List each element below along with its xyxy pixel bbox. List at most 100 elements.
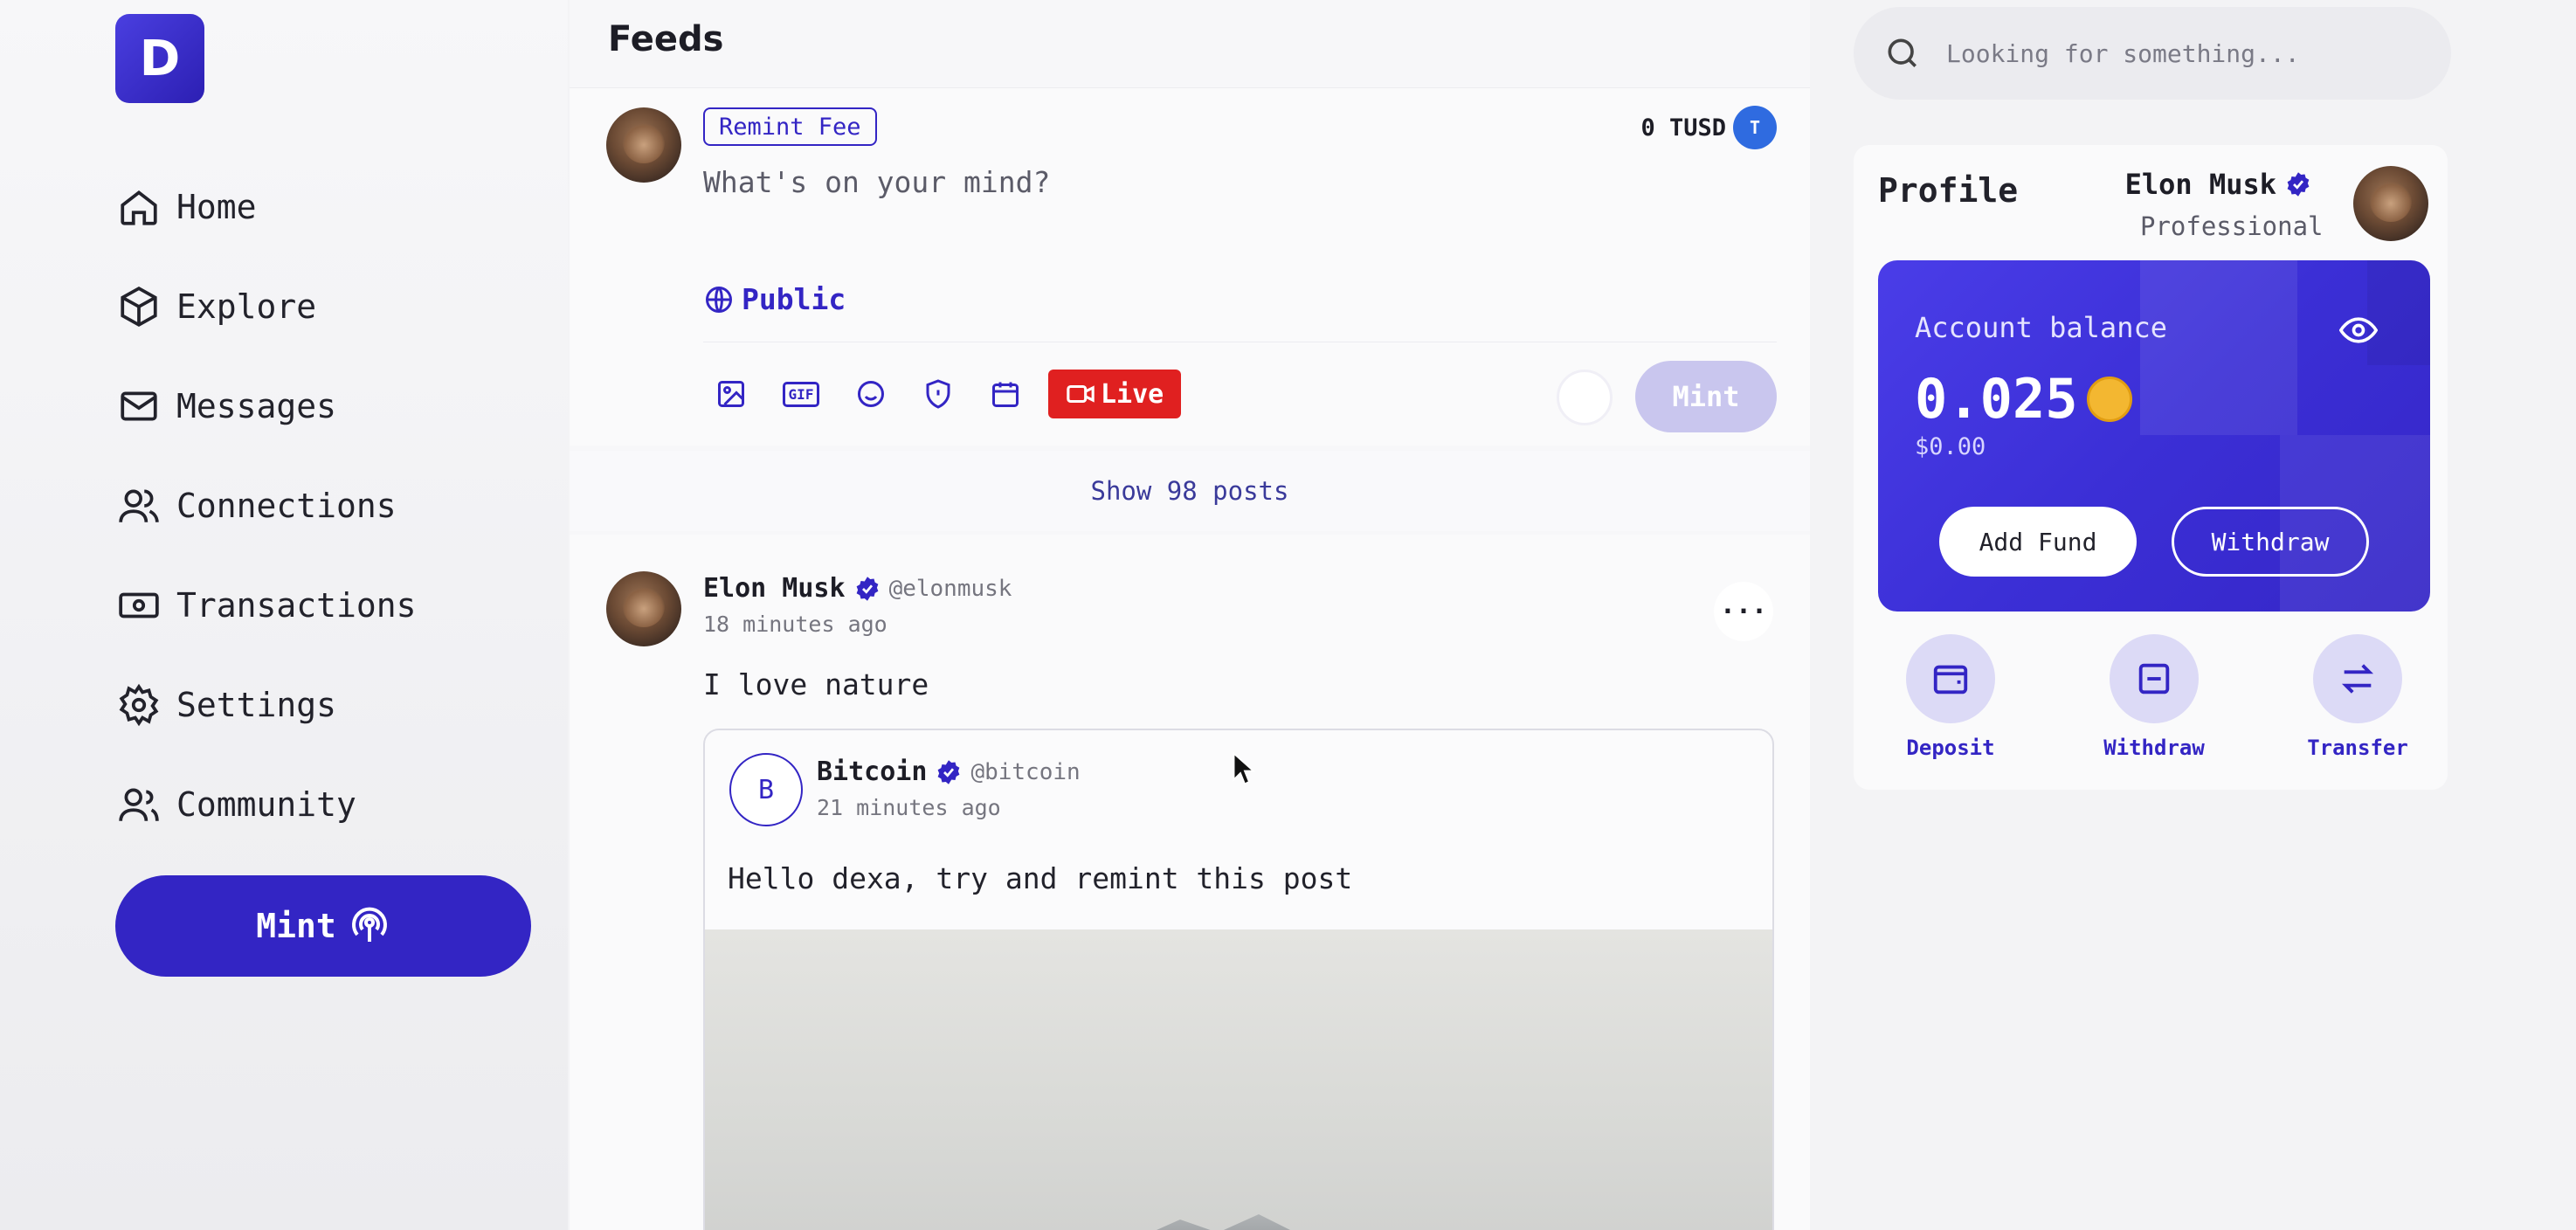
composer-mint-button[interactable]: Mint — [1635, 361, 1777, 432]
verified-icon — [938, 759, 960, 784]
post-timestamp: 18 minutes ago — [703, 612, 887, 637]
profile-name-text: Elon Musk — [2124, 168, 2276, 201]
nav-item-label: Community — [176, 785, 356, 824]
avatar[interactable] — [606, 107, 681, 183]
mint-button[interactable]: Mint — [115, 875, 531, 977]
mail-icon — [115, 383, 162, 430]
balance-amount: 0.025 — [1915, 367, 2078, 431]
transfer-icon — [2341, 664, 2374, 694]
nav-item-label: Transactions — [176, 586, 417, 625]
mountain-image — [1054, 1214, 1369, 1230]
search-input[interactable] — [1946, 38, 2400, 68]
badge-button[interactable] — [921, 377, 956, 411]
withdraw-icon-circle — [2110, 634, 2199, 723]
avatar[interactable] — [606, 571, 681, 646]
verified-icon — [856, 576, 878, 601]
nav-item-community[interactable]: Community — [115, 755, 417, 854]
deposit-action[interactable]: Deposit — [1903, 634, 1999, 760]
pointer-cursor-icon — [1233, 751, 1256, 785]
feed-post: Elon Musk @elonmusk 18 minutes ago ··· I… — [570, 535, 1810, 1230]
add-fund-button[interactable]: Add Fund — [1939, 507, 2137, 577]
nav-item-label: Settings — [176, 686, 337, 724]
withdraw-button[interactable]: Withdraw — [2172, 507, 2369, 577]
search-bar — [1854, 7, 2451, 100]
nav-item-home[interactable]: Home — [115, 157, 417, 257]
balance-usd: $0.00 — [1915, 433, 1986, 460]
character-count-indicator — [1557, 370, 1613, 425]
gear-icon — [115, 681, 162, 729]
globe-icon — [706, 286, 732, 313]
feed-column: Feeds Remint Fee 0 TUSD T What's on your… — [570, 0, 1810, 1230]
live-label: Live — [1101, 378, 1164, 410]
visibility-selector[interactable]: Public — [703, 282, 846, 316]
avatar[interactable] — [2353, 166, 2428, 241]
community-icon — [115, 781, 162, 828]
visibility-label: Public — [742, 282, 846, 316]
post-timestamp: 21 minutes ago — [817, 795, 1001, 820]
nav-item-label: Explore — [176, 287, 317, 326]
verified-icon — [2287, 172, 2310, 197]
tusd-coin-icon: T — [1733, 106, 1777, 149]
post-composer: Remint Fee 0 TUSD T What's on your mind?… — [570, 87, 1810, 446]
post-image[interactable] — [705, 929, 1772, 1230]
broadcast-icon — [351, 907, 387, 942]
more-options-button[interactable]: ··· — [1714, 582, 1773, 641]
page-title: Feeds — [608, 19, 724, 59]
decor — [2140, 260, 2297, 435]
quoted-post[interactable]: B Bitcoin @bitcoin 21 minutes ago Hello … — [703, 729, 1774, 1230]
calendar-icon — [992, 382, 1019, 407]
eye-icon[interactable] — [2339, 311, 2378, 349]
app-logo[interactable]: D — [115, 14, 204, 103]
action-label: Deposit — [1906, 736, 1995, 760]
transfer-action[interactable]: Transfer — [2307, 634, 2408, 760]
token-balance-text: 0 TUSD — [1640, 114, 1726, 142]
gif-icon: GIF — [782, 381, 820, 407]
home-icon — [115, 183, 162, 231]
composer-input[interactable]: What's on your mind? — [703, 165, 1050, 199]
avatar[interactable]: B — [729, 753, 803, 826]
nav-item-label: Messages — [176, 387, 337, 425]
quoted-author[interactable]: Bitcoin @bitcoin — [817, 757, 1081, 787]
nav-item-connections[interactable]: Connections — [115, 456, 417, 556]
deposit-icon-circle — [1906, 634, 1995, 723]
profile-heading: Profile — [1878, 171, 2019, 210]
composer-toolbar: GIF Live — [714, 370, 1182, 418]
nav-item-label: Home — [176, 188, 257, 226]
author-handle: @elonmusk — [888, 575, 1012, 602]
profile-role: Professional — [2140, 211, 2324, 241]
gif-button[interactable]: GIF — [781, 377, 821, 411]
bnb-coin-icon — [2086, 376, 2132, 422]
post-text: Hello dexa, try and remint this post — [728, 861, 1353, 895]
author-name: Elon Musk — [703, 573, 846, 604]
mint-button-label: Mint — [256, 907, 336, 945]
profile-name[interactable]: Elon Musk — [2125, 168, 2311, 201]
emoji-button[interactable] — [853, 377, 888, 411]
withdraw-action[interactable]: Withdraw — [2103, 634, 2205, 760]
cash-icon — [115, 582, 162, 629]
show-new-posts-button[interactable]: Show 98 posts — [570, 451, 1810, 531]
cube-icon — [115, 283, 162, 330]
post-text: I love nature — [703, 667, 929, 701]
image-upload-button[interactable] — [714, 377, 749, 411]
wallet-icon — [1933, 665, 1968, 694]
author-name: Bitcoin — [817, 757, 928, 787]
nav-item-messages[interactable]: Messages — [115, 356, 417, 456]
remint-fee-tag[interactable]: Remint Fee — [703, 107, 877, 146]
author-handle: @bitcoin — [970, 758, 1081, 785]
minus-square-icon — [2138, 663, 2170, 694]
transfer-icon-circle — [2313, 634, 2402, 723]
balance-label: Account balance — [1915, 311, 2167, 344]
nav-item-label: Connections — [176, 487, 397, 525]
nav-item-settings[interactable]: Settings — [115, 655, 417, 755]
nav-item-transactions[interactable]: Transactions — [115, 556, 417, 655]
token-balance: 0 TUSD T — [1640, 106, 1777, 149]
wallet-actions: Deposit Withdraw Transfer — [1878, 634, 2430, 760]
nav-item-explore[interactable]: Explore — [115, 257, 417, 356]
live-button[interactable]: Live — [1048, 370, 1182, 418]
schedule-button[interactable] — [988, 377, 1023, 411]
shield-icon — [926, 379, 950, 409]
post-author[interactable]: Elon Musk @elonmusk — [703, 573, 1012, 604]
action-label: Withdraw — [2103, 736, 2205, 760]
search-icon — [1888, 38, 1916, 67]
emoji-icon — [858, 381, 884, 407]
